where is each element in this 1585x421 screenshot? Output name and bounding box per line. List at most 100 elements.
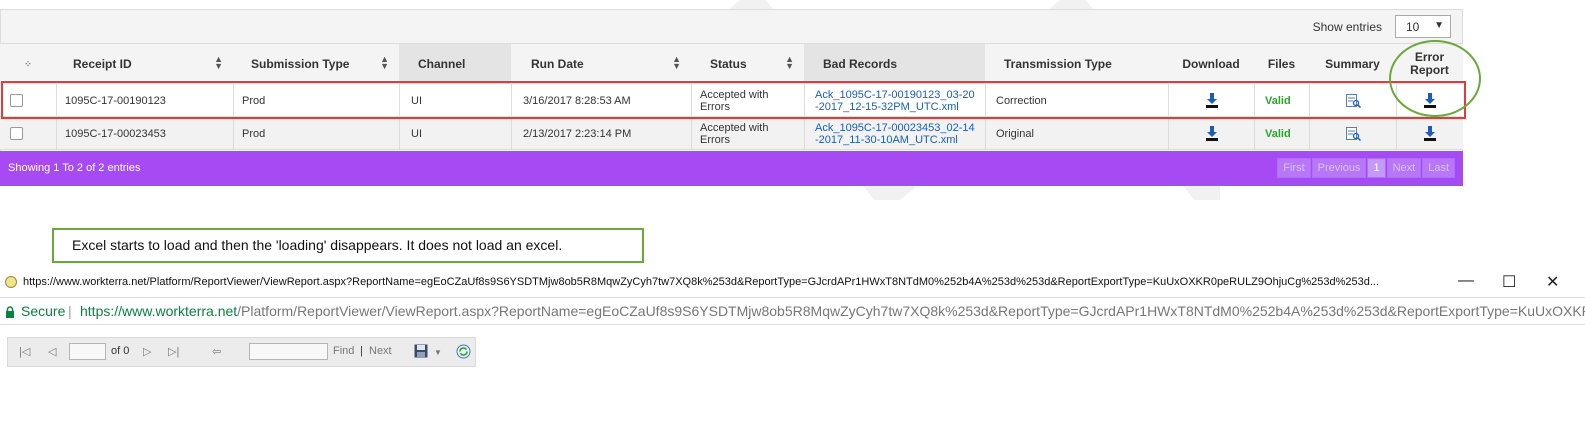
col-receipt-id[interactable]: Receipt ID ▲ ▼ xyxy=(56,44,233,84)
next-find-button[interactable]: Next xyxy=(369,345,392,357)
col-files-label: Files xyxy=(1267,57,1296,71)
export-save-icon[interactable] xyxy=(414,344,428,358)
download-icon[interactable] xyxy=(1424,93,1436,108)
bad-records-cell: Ack_1095C-17-00190123_03-20-2017_12-15-3… xyxy=(804,84,985,117)
last-page-icon[interactable]: ▷| xyxy=(168,345,179,358)
col-summary[interactable]: Summary xyxy=(1309,44,1396,84)
secure-label: Secure xyxy=(21,303,66,319)
files-cell: Valid xyxy=(1254,84,1309,117)
page-size-select[interactable]: 10 ▼ xyxy=(1395,15,1451,38)
sort-icon: ▲ ▼ xyxy=(380,54,389,71)
sort-icon: ▲ ▼ xyxy=(214,54,223,71)
row-checkbox[interactable] xyxy=(10,127,23,140)
table-row: 1095C-17-00023453 Prod UI 2/13/2017 2:23… xyxy=(0,117,1463,150)
find-button[interactable]: Find xyxy=(333,345,354,357)
col-status[interactable]: Status ▲ ▼ xyxy=(691,44,804,84)
download-icon[interactable] xyxy=(1205,126,1218,141)
download-icon[interactable] xyxy=(1424,126,1436,141)
page-size-value: 10 xyxy=(1406,20,1420,34)
status-cell: Accepted with Errors xyxy=(691,84,804,117)
files-cell: Valid xyxy=(1254,117,1309,150)
error-report-cell xyxy=(1396,117,1463,150)
files-status: Valid xyxy=(1265,127,1291,140)
page-number-input[interactable] xyxy=(69,343,106,360)
select-all-header[interactable]: ⁘ xyxy=(0,44,56,84)
find-input[interactable] xyxy=(249,343,328,360)
col-error-report-label: Error Report xyxy=(1410,50,1449,77)
col-transmission-type-label: Transmission Type xyxy=(1004,57,1112,71)
address-host: https://www.workterra.net xyxy=(80,303,238,319)
col-bad-records-label: Bad Records xyxy=(823,57,898,71)
pager-last-button[interactable]: Last xyxy=(1422,158,1455,178)
popup-title-bar: https://www.workterra.net/Platform/Repor… xyxy=(0,271,1585,295)
run-date-cell: 3/16/2017 8:28:53 AM xyxy=(511,84,691,117)
bad-records-link[interactable]: Ack_1095C-17-00023453_02-14-2017_11-30-1… xyxy=(815,122,977,146)
refresh-icon[interactable] xyxy=(456,344,471,359)
download-cell xyxy=(1168,117,1254,150)
next-page-icon[interactable]: ▷ xyxy=(143,345,151,358)
submission-type-cell: Prod xyxy=(233,117,399,150)
run-date-cell: 2/13/2017 2:23:14 PM xyxy=(511,117,691,150)
chevron-down-icon: ▼ xyxy=(1434,20,1444,31)
popup-title-url: https://www.workterra.net/Platform/Repor… xyxy=(23,276,1379,288)
col-channel-label: Channel xyxy=(418,57,466,71)
site-favicon-icon xyxy=(5,276,17,288)
transmission-type-cell: Original xyxy=(985,117,1168,150)
address-url: https://www.workterra.net/Platform/Repor… xyxy=(80,303,1585,319)
col-channel[interactable]: Channel xyxy=(399,44,511,84)
col-files[interactable]: Files xyxy=(1254,44,1309,84)
address-bar[interactable]: Secure | https://www.workterra.net/Platf… xyxy=(0,297,1585,325)
col-transmission-type[interactable]: Transmission Type xyxy=(985,44,1168,84)
download-cell xyxy=(1168,84,1254,117)
divider: | xyxy=(68,303,72,319)
col-error-report[interactable]: Error Report xyxy=(1396,44,1463,84)
col-download[interactable]: Download xyxy=(1168,44,1254,84)
col-run-date[interactable]: Run Date ▲ ▼ xyxy=(511,44,691,84)
pager-next-button[interactable]: Next xyxy=(1386,158,1422,178)
channel-cell: UI xyxy=(399,84,511,117)
show-entries-label: Show entries xyxy=(1312,20,1382,34)
row-select-cell xyxy=(0,84,56,117)
row-checkbox[interactable] xyxy=(10,94,23,107)
summary-report-icon[interactable] xyxy=(1345,93,1361,108)
back-icon[interactable]: ⇦ xyxy=(212,345,221,358)
first-page-icon[interactable]: |◁ xyxy=(19,345,30,358)
col-submission-type[interactable]: Submission Type ▲ ▼ xyxy=(233,44,399,84)
pager-previous-button[interactable]: Previous xyxy=(1311,158,1367,178)
files-status: Valid xyxy=(1265,94,1291,107)
pagination: First Previous 1 Next Last xyxy=(1276,158,1455,178)
table-row: 1095C-17-00190123 Prod UI 3/16/2017 8:28… xyxy=(0,84,1463,117)
col-receipt-id-label: Receipt ID xyxy=(73,57,132,71)
channel-cell: UI xyxy=(399,117,511,150)
chevron-down-icon[interactable]: ▼ xyxy=(434,348,442,357)
pager-first-button[interactable]: First xyxy=(1277,158,1311,178)
submission-type-cell: Prod xyxy=(233,84,399,117)
row-select-cell xyxy=(0,117,56,150)
bad-records-link[interactable]: Ack_1095C-17-00190123_03-20-2017_12-15-3… xyxy=(815,89,977,113)
previous-page-icon[interactable]: ◁ xyxy=(48,345,56,358)
error-report-cell xyxy=(1396,84,1463,117)
page-count-label: of 0 xyxy=(111,345,130,357)
col-submission-type-label: Submission Type xyxy=(251,57,350,71)
col-download-label: Download xyxy=(1182,57,1240,71)
status-cell: Accepted with Errors xyxy=(691,117,804,150)
maximize-icon[interactable]: ☐ xyxy=(1502,272,1516,292)
receipt-id-cell: 1095C-17-00023453 xyxy=(56,117,233,150)
transmission-type-cell: Correction xyxy=(985,84,1168,117)
receipt-id-cell: 1095C-17-00190123 xyxy=(56,84,233,117)
drag-handle-icon: ⁘ xyxy=(24,58,32,69)
minimize-icon[interactable]: — xyxy=(1458,272,1474,290)
col-bad-records[interactable]: Bad Records xyxy=(804,44,985,84)
table-footer: Showing 1 To 2 of 2 entries First Previo… xyxy=(0,151,1463,186)
download-icon[interactable] xyxy=(1205,93,1218,108)
table-header: ⁘ Receipt ID ▲ ▼ Submission Type ▲ ▼ Chann… xyxy=(0,43,1463,84)
callout-text: Excel starts to load and then the 'loadi… xyxy=(72,237,563,253)
col-run-date-label: Run Date xyxy=(531,57,584,71)
toolbar-separator: | xyxy=(360,345,363,357)
pager-page-button[interactable]: 1 xyxy=(1367,158,1386,178)
sort-icon: ▲ ▼ xyxy=(672,54,681,71)
summary-cell xyxy=(1309,117,1396,150)
close-icon[interactable]: ✕ xyxy=(1546,272,1559,292)
summary-report-icon[interactable] xyxy=(1345,126,1361,141)
entries-info: Showing 1 To 2 of 2 entries xyxy=(8,162,141,174)
